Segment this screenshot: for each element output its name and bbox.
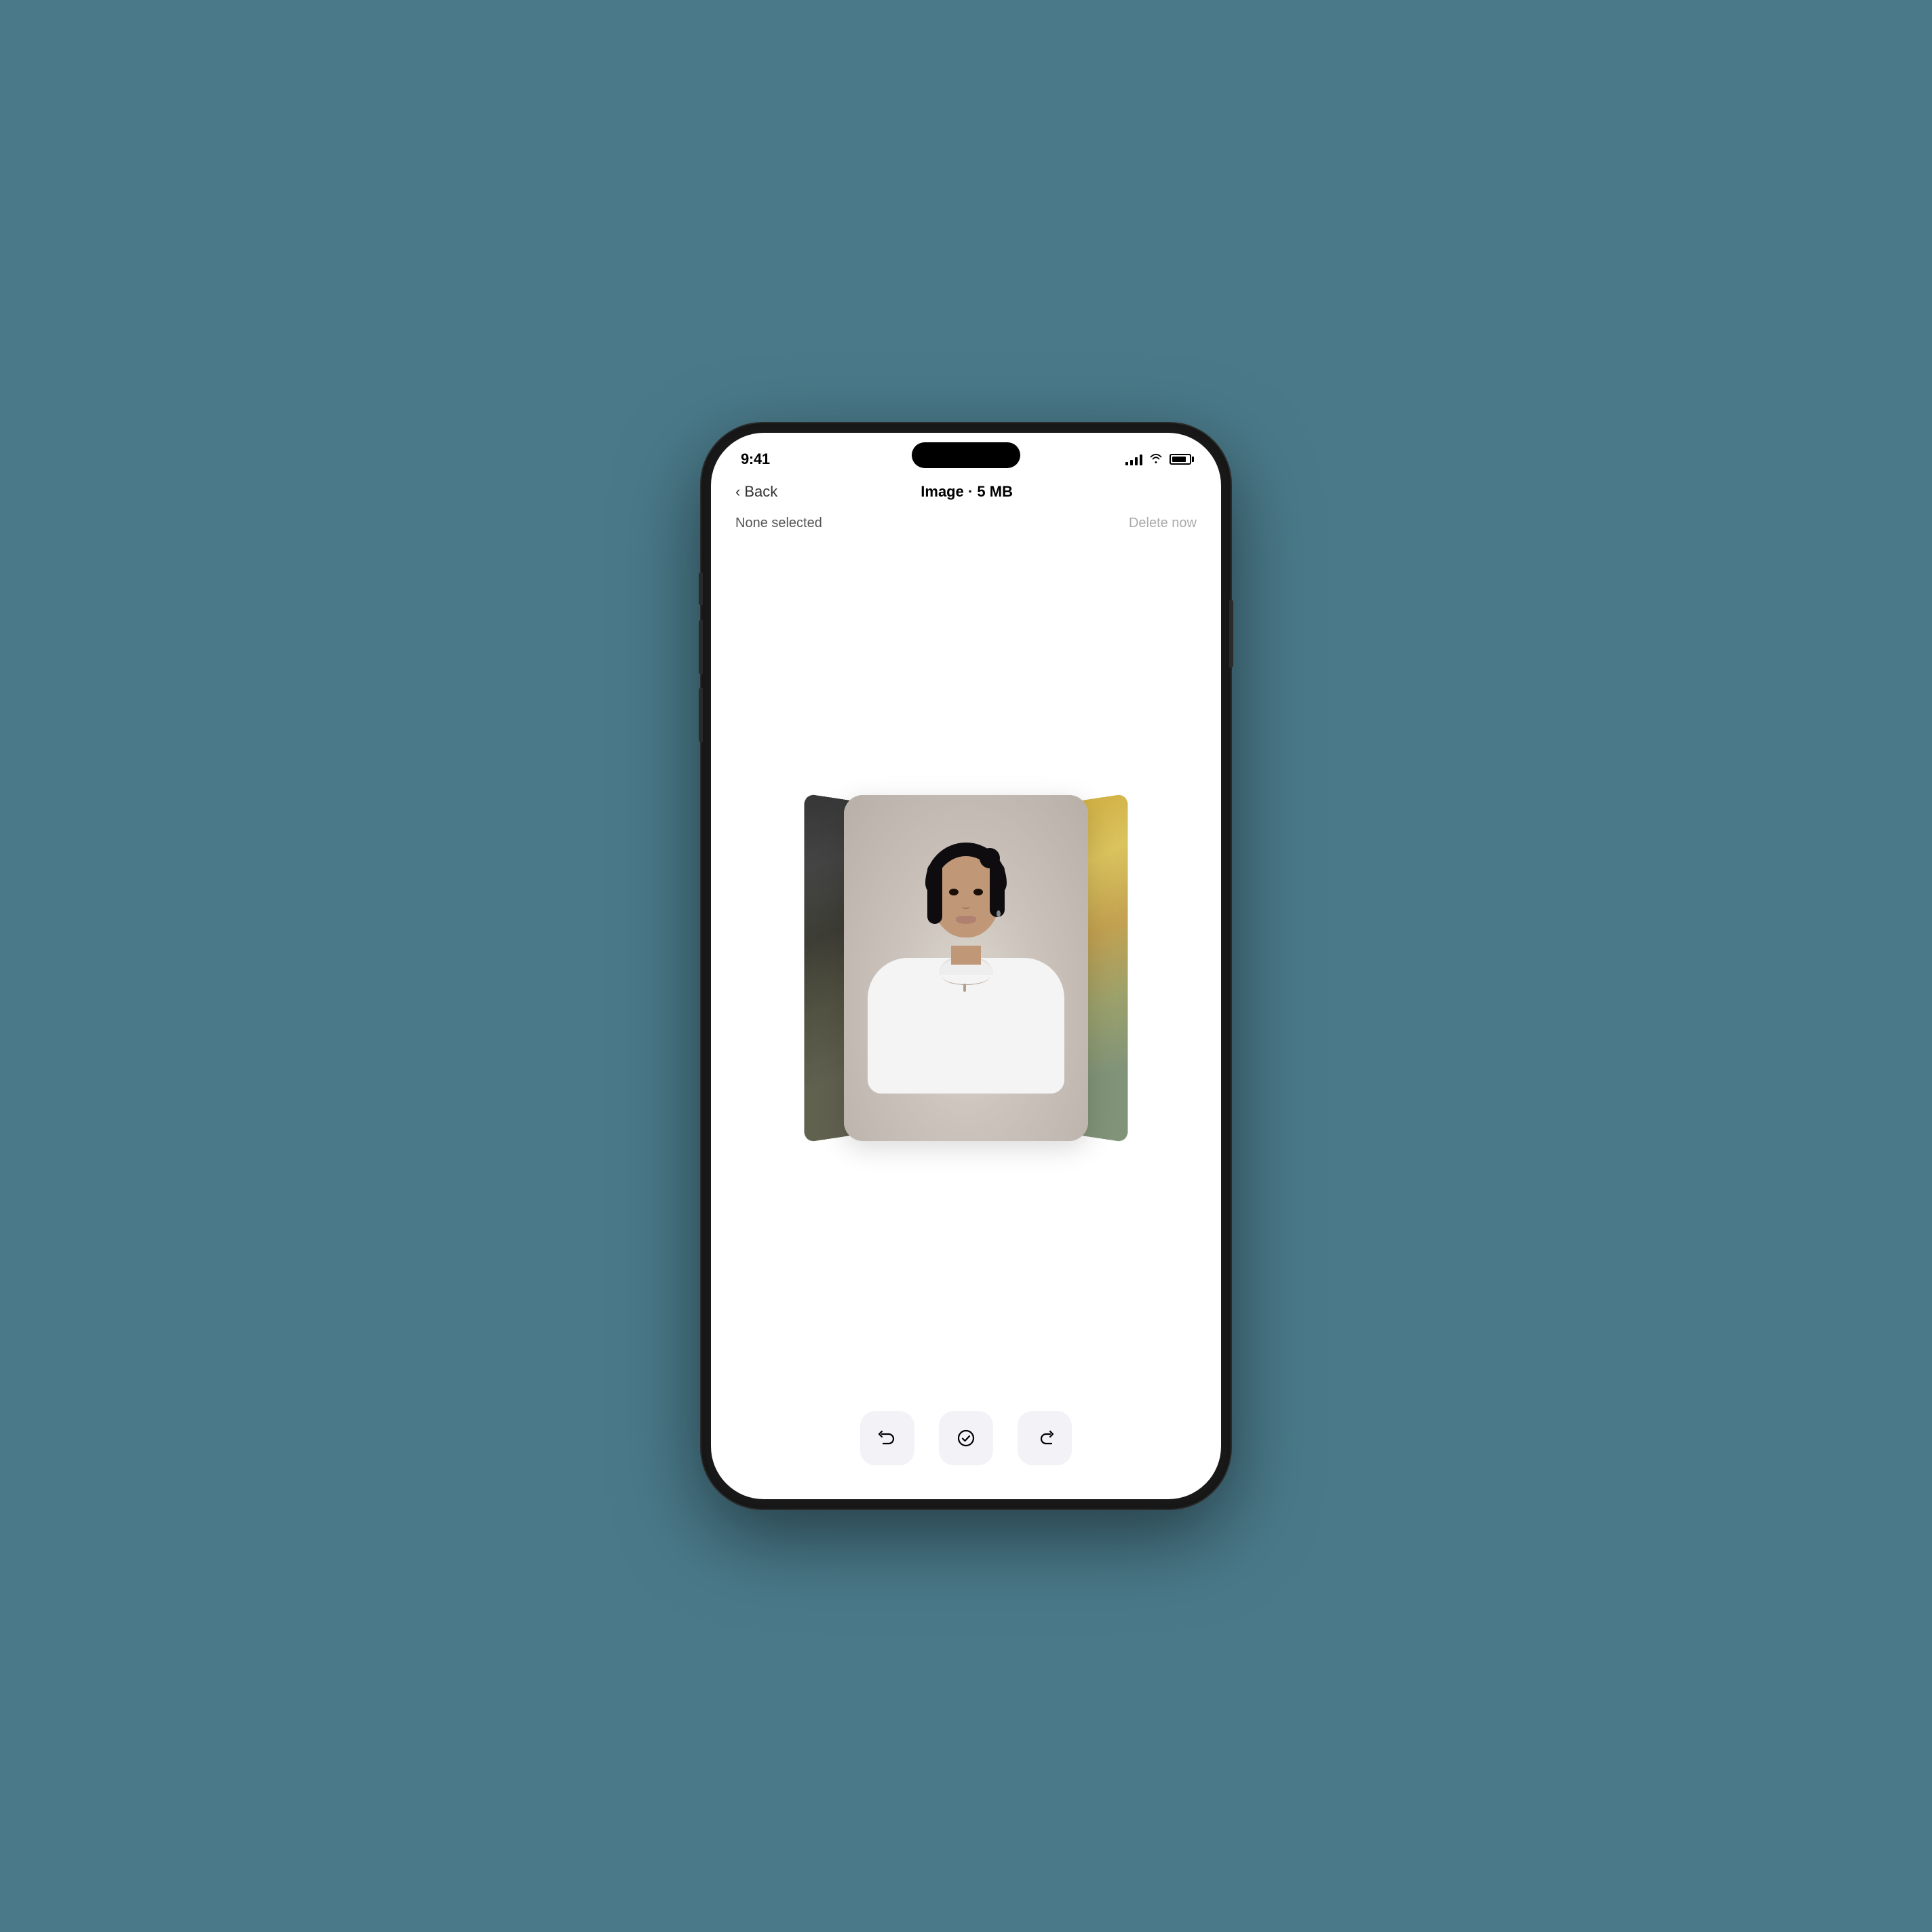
selection-bar: None selected Delete now	[711, 510, 1221, 545]
navigation-bar: ‹ Back Image · 5 MB	[711, 474, 1221, 510]
share-button[interactable]	[1018, 1411, 1072, 1465]
status-bar: 9:41	[711, 433, 1221, 474]
content-area	[711, 545, 1221, 1391]
volume-up-button	[699, 620, 703, 674]
wifi-icon	[1149, 452, 1163, 467]
signal-bar-2	[1130, 460, 1133, 465]
phone-device: 9:41	[701, 423, 1231, 1509]
battery-icon	[1170, 454, 1191, 465]
phone-screen: 9:41	[711, 433, 1221, 1499]
check-button[interactable]	[939, 1411, 993, 1465]
main-image-card[interactable]	[844, 795, 1088, 1141]
dynamic-island	[912, 442, 1020, 468]
undo-button[interactable]	[860, 1411, 914, 1465]
signal-bar-4	[1140, 455, 1142, 465]
signal-bar-1	[1125, 462, 1128, 465]
image-stack[interactable]	[824, 778, 1108, 1158]
power-button	[1229, 600, 1233, 668]
delete-now-button[interactable]: Delete now	[1129, 516, 1197, 531]
status-time: 9:41	[741, 450, 770, 468]
none-selected-label: None selected	[735, 516, 822, 531]
nav-title: Image · 5 MB	[737, 483, 1197, 501]
battery-fill	[1172, 457, 1186, 462]
status-icons	[1125, 452, 1191, 467]
volume-down-button	[699, 688, 703, 742]
mute-button	[699, 573, 703, 605]
toolbar	[711, 1391, 1221, 1499]
signal-icon	[1125, 453, 1142, 465]
signal-bar-3	[1135, 457, 1138, 465]
